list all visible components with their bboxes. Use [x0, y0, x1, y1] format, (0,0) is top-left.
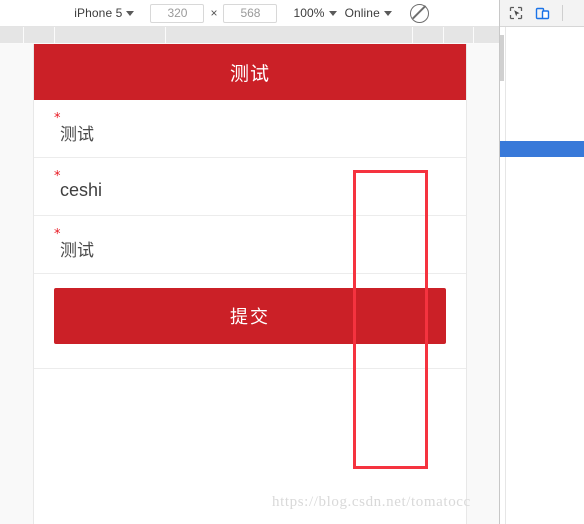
dom-line[interactable]: ▼<fo — [500, 189, 584, 205]
dom-line[interactable]: <!DOCTYP — [500, 29, 584, 45]
device-selector-label: iPhone 5 — [74, 6, 123, 20]
dom-line[interactable]: hori — [500, 221, 584, 237]
dom-line[interactable]: <html st — [500, 45, 584, 61]
viewport-height-input[interactable]: 568 — [223, 3, 278, 23]
network-throttle-label: Online — [344, 6, 380, 20]
devtools-window: iPhone 5 320 × 568 100% Online 测试 * 测试 *… — [0, 0, 584, 524]
ruler-tick — [23, 27, 24, 43]
dom-tree-blank-space — [500, 269, 584, 507]
device-toolbar: iPhone 5 320 × 568 100% Online — [0, 0, 500, 27]
form-row[interactable]: * 测试 — [34, 100, 466, 158]
emulated-viewport: 测试 * 测试 * ceshi * 测试 提交 — [0, 44, 500, 524]
ruler-tick — [473, 27, 474, 43]
device-selector[interactable]: iPhone 5 — [70, 3, 138, 23]
dom-line[interactable]: ▼<heac — [500, 125, 584, 141]
viewport-width-input[interactable]: 320 — [150, 3, 205, 23]
chevron-down-icon — [126, 10, 135, 16]
devtools-toolbar — [500, 0, 584, 27]
dom-line[interactable]: ▼< — [500, 237, 584, 253]
ruler-tick — [443, 27, 444, 43]
dom-line[interactable]: ▼<body> — [500, 109, 584, 125]
dom-line[interactable]: "if( — [500, 205, 584, 221]
dom-line-selected[interactable]: ⋯<h1 — [500, 141, 584, 157]
dimension-separator: × — [210, 6, 218, 20]
toolbar-divider — [562, 5, 564, 21]
form-row[interactable]: * 测试 — [34, 216, 466, 274]
device-emulation-pane: iPhone 5 320 × 568 100% Online 测试 * 测试 *… — [0, 0, 500, 524]
viewport-ruler — [0, 27, 500, 44]
zoom-selector-label: 100% — [293, 6, 325, 20]
dom-line[interactable]: ▶<head>. — [500, 93, 584, 109]
required-marker-icon: * — [54, 169, 61, 184]
required-marker-icon: * — [54, 227, 61, 242]
chevron-down-icon — [383, 10, 392, 16]
network-throttle-selector[interactable]: Online — [341, 3, 396, 23]
dom-line[interactable]: ▼<div — [500, 173, 584, 189]
form-row[interactable]: * ceshi — [34, 158, 466, 216]
dom-line[interactable]: "> — [500, 77, 584, 93]
submit-button-container: 提交 — [34, 274, 466, 344]
zoom-selector[interactable]: 100% — [289, 3, 340, 23]
device-toolbar-icon[interactable] — [532, 3, 552, 23]
dom-line[interactable]: ▼ — [500, 253, 584, 269]
form-field-list: * 测试 * ceshi * 测试 — [34, 100, 466, 274]
dom-tree[interactable]: <!DOCTYP <html st paddin "> ▶<head>. ▼<b… — [500, 27, 584, 524]
dom-line[interactable]: < — [500, 507, 584, 523]
devtools-elements-panel: <!DOCTYP <html st paddin "> ▶<head>. ▼<b… — [499, 0, 584, 524]
ruler-tick — [165, 27, 166, 43]
page-bottom-divider — [34, 344, 466, 369]
submit-button[interactable]: 提交 — [54, 288, 446, 344]
dom-line[interactable]: paddin — [500, 61, 584, 77]
chevron-down-icon — [328, 10, 337, 16]
page-title: 测试 — [34, 44, 466, 100]
required-marker-icon: * — [54, 111, 61, 126]
ruler-tick — [54, 27, 55, 43]
mobile-page: 测试 * 测试 * ceshi * 测试 提交 — [33, 44, 467, 524]
ruler-tick — [412, 27, 413, 43]
dom-line[interactable]: </hea — [500, 157, 584, 173]
no-throttling-icon[interactable] — [409, 3, 429, 23]
inspect-cursor-icon[interactable] — [506, 3, 526, 23]
